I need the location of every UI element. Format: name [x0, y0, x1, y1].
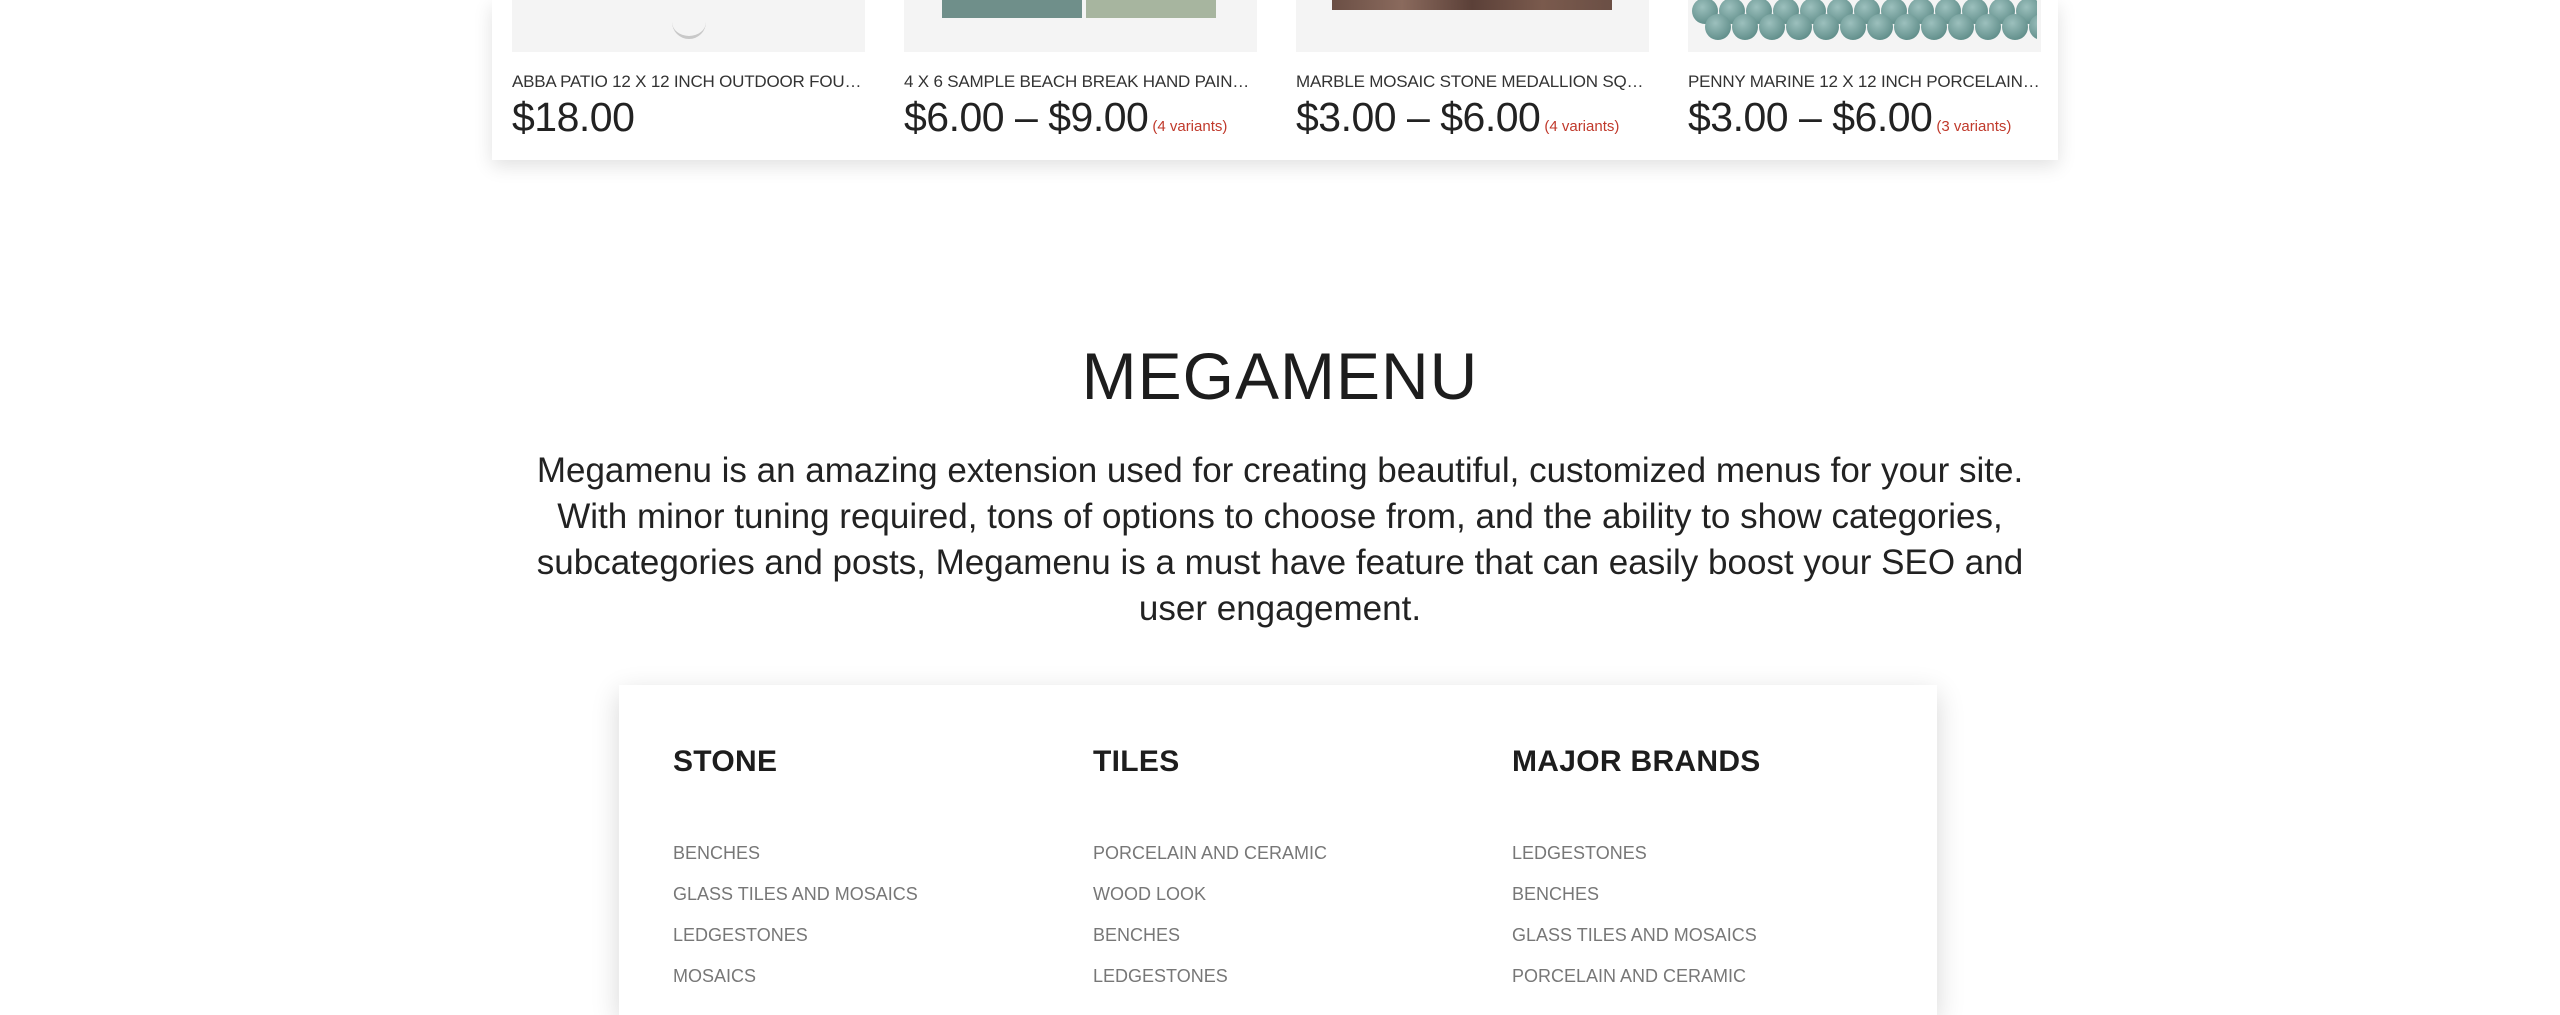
penny-tile-dot	[1759, 14, 1785, 40]
price-separator: –	[1407, 94, 1430, 140]
product-name[interactable]: 4 X 6 SAMPLE BEACH BREAK HAND PAINTED TI…	[904, 72, 1257, 92]
product-price: $6.00 – $9.00 (4 variants)	[904, 94, 1227, 141]
product-image[interactable]	[1688, 0, 2041, 52]
menu-item[interactable]: MOSAICS	[673, 966, 918, 1007]
product-name[interactable]: ABBA PATIO 12 X 12 INCH OUTDOOR FOUNTAIN	[512, 72, 865, 92]
menu-item[interactable]: BENCHES	[673, 843, 918, 884]
product-price: $3.00 – $6.00 (3 variants)	[1688, 94, 2011, 141]
product-card[interactable]: MARBLE MOSAIC STONE MEDALLION SQUARE TIL…	[1296, 0, 1649, 160]
penny-tile-dot	[1786, 14, 1812, 40]
price-min: $6.00	[904, 94, 1005, 140]
variant-count: (4 variants)	[1152, 118, 1228, 135]
variant-count: (4 variants)	[1544, 118, 1620, 135]
price-separator: –	[1799, 94, 1822, 140]
product-price: $18.00	[512, 94, 635, 141]
penny-tile-dot	[1732, 14, 1758, 40]
price-separator: –	[1015, 94, 1038, 140]
menu-item[interactable]: LEDGESTONES	[673, 925, 918, 966]
penny-tile-dot	[1921, 14, 1947, 40]
product-card[interactable]: ABBA PATIO 12 X 12 INCH OUTDOOR FOUNTAIN…	[512, 0, 865, 160]
price-max: $6.00	[1440, 94, 1541, 140]
product-name[interactable]: PENNY MARINE 12 X 12 INCH PORCELAIN MOSA…	[1688, 72, 2041, 92]
penny-tile-dot	[1948, 14, 1974, 40]
price-max: $6.00	[1832, 94, 1933, 140]
product-price: $3.00 – $6.00 (4 variants)	[1296, 94, 1619, 141]
penny-tile-dot	[1867, 14, 1893, 40]
variant-count: (3 variants)	[1936, 118, 2012, 135]
product-name[interactable]: MARBLE MOSAIC STONE MEDALLION SQUARE TIL…	[1296, 72, 1649, 92]
penny-tile-dot	[1813, 14, 1839, 40]
product-card[interactable]: PENNY MARINE 12 X 12 INCH PORCELAIN MOSA…	[1688, 0, 2041, 160]
product-image[interactable]	[1296, 0, 1649, 52]
section-title: MEGAMENU	[1081, 339, 1479, 413]
menu-item[interactable]: WOOD LOOK	[1093, 884, 1327, 925]
menu-column-title[interactable]: MAJOR BRANDS	[1512, 745, 1761, 779]
menu-column-title[interactable]: STONE	[673, 745, 777, 779]
penny-tile-dot	[2002, 14, 2028, 40]
price-max: $9.00	[1048, 94, 1149, 140]
price-min: $3.00	[1296, 94, 1397, 140]
menu-item[interactable]: PORCELAIN AND CERAMIC	[1512, 966, 1757, 1007]
menu-item[interactable]: BENCHES	[1093, 925, 1327, 966]
product-carousel: ABBA PATIO 12 X 12 INCH OUTDOOR FOUNTAIN…	[492, 0, 2058, 160]
product-card[interactable]: 4 X 6 SAMPLE BEACH BREAK HAND PAINTED TI…	[904, 0, 1257, 160]
product-image[interactable]	[512, 0, 865, 52]
section-description: Megamenu is an amazing extension used fo…	[536, 451, 2024, 628]
menu-item[interactable]: LEDGESTONES	[1093, 966, 1327, 1007]
menu-item[interactable]: BENCHES	[1512, 884, 1757, 925]
penny-tile-dot	[1894, 14, 1920, 40]
menu-column-title[interactable]: TILES	[1093, 745, 1180, 779]
menu-item[interactable]: GLASS TILES AND MOSAICS	[1512, 925, 1757, 966]
price-min: $18.00	[512, 94, 635, 140]
menu-item[interactable]: GLASS TILES AND MOSAICS	[673, 884, 918, 925]
product-image[interactable]	[904, 0, 1257, 52]
penny-tile-dot	[1705, 14, 1731, 40]
menu-item[interactable]: PORCELAIN AND CERAMIC	[1093, 843, 1327, 884]
megamenu-panel: STONE BENCHES GLASS TILES AND MOSAICS LE…	[619, 685, 1937, 1015]
penny-tile-dot	[1840, 14, 1866, 40]
menu-item[interactable]: LEDGESTONES	[1512, 843, 1757, 884]
penny-tile-dot	[1975, 14, 2001, 40]
price-min: $3.00	[1688, 94, 1789, 140]
